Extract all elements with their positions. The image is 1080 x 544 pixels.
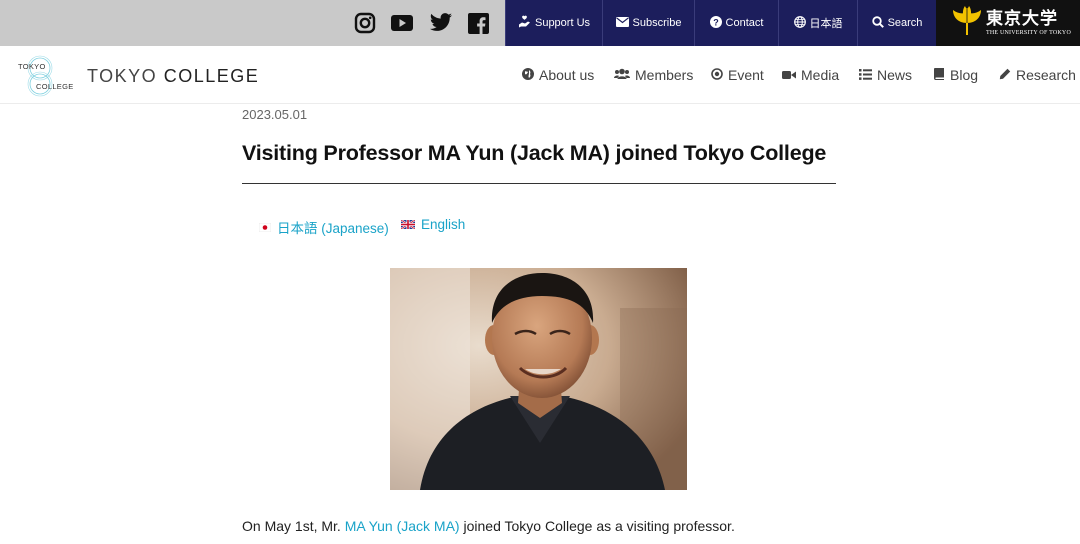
article-title: Visiting Professor MA Yun (Jack MA) join… xyxy=(242,141,827,165)
nav-members-label: Members xyxy=(635,67,694,83)
nav-event-label: Event xyxy=(728,67,764,83)
language-link-japanese[interactable]: 日本語 (Japanese) xyxy=(258,217,389,237)
nav-media-label: Media xyxy=(801,67,840,83)
portrait-photo xyxy=(390,268,687,490)
language-link-english[interactable]: English xyxy=(400,217,466,232)
question-circle-icon: ? xyxy=(709,15,722,31)
utokyo-logo[interactable]: 東京大学 THE UNIVERSITY OF TOKYO xyxy=(936,0,1080,46)
twitter-icon[interactable] xyxy=(429,0,453,46)
pencil-icon xyxy=(999,67,1011,83)
search-link[interactable]: Search xyxy=(857,0,936,46)
users-icon xyxy=(614,67,630,83)
nav-event[interactable]: Event xyxy=(711,46,764,104)
japanese-label: 日本語 xyxy=(809,18,843,30)
dot-circle-icon xyxy=(711,67,723,83)
nav-about-us[interactable]: About us xyxy=(522,46,594,104)
body-text-prefix: On May 1st, Mr. xyxy=(242,518,345,534)
language-japanese-label: 日本語 (Japanese) xyxy=(277,221,389,236)
video-camera-icon xyxy=(782,67,796,83)
uk-flag-icon xyxy=(400,217,416,232)
svg-text:?: ? xyxy=(713,17,719,27)
body-text-suffix: joined Tokyo College as a visiting profe… xyxy=(459,518,735,534)
search-icon xyxy=(871,15,884,31)
logo-text-college: COLLEGE xyxy=(163,66,260,86)
globe-icon xyxy=(522,67,534,83)
nav-research-label: Research xyxy=(1016,67,1076,83)
nav-about-us-label: About us xyxy=(539,67,595,83)
title-divider xyxy=(242,183,836,184)
instagram-icon[interactable] xyxy=(354,0,376,46)
globe-icon xyxy=(793,15,806,31)
envelope-icon xyxy=(615,16,629,30)
utokyo-kanji: 東京大学 xyxy=(986,8,1058,29)
subscribe-link[interactable]: Subscribe xyxy=(602,0,694,46)
nav-research[interactable]: Research xyxy=(999,46,1076,104)
ma-yun-link[interactable]: MA Yun (Jack MA) xyxy=(345,518,460,534)
utokyo-english: THE UNIVERSITY OF TOKYO xyxy=(986,29,1071,36)
site-logo-text[interactable]: TOKYO COLLEGE xyxy=(87,66,259,87)
logo-mark-college: COLLEGE xyxy=(36,82,74,91)
logo-mark-tokyo: TOKYO xyxy=(18,62,46,71)
facebook-icon[interactable] xyxy=(468,0,489,46)
japan-flag-icon xyxy=(258,220,272,235)
tokyo-college-logo-mark[interactable]: TOKYO COLLEGE xyxy=(18,54,76,98)
nav-news-label: News xyxy=(877,67,913,83)
contact-link[interactable]: ? Contact xyxy=(694,0,778,46)
support-us-link[interactable]: Support Us xyxy=(505,0,602,46)
subscribe-label: Subscribe xyxy=(632,17,682,29)
list-icon xyxy=(859,67,872,83)
japanese-site-link[interactable]: 日本語 xyxy=(778,0,857,46)
nav-blog[interactable]: Blog xyxy=(933,46,978,104)
hand-heart-icon xyxy=(518,15,531,31)
nav-media[interactable]: Media xyxy=(782,46,839,104)
nav-news[interactable]: News xyxy=(859,46,912,104)
top-utility-bar: Support Us Subscribe ? Contact 日本語 Searc… xyxy=(0,0,1080,46)
ginkgo-leaf-icon xyxy=(952,5,982,42)
nav-blog-label: Blog xyxy=(950,67,979,83)
article-body-paragraph: On May 1st, Mr. MA Yun (Jack MA) joined … xyxy=(242,518,735,534)
nav-members[interactable]: Members xyxy=(614,46,693,104)
logo-text-tokyo: TOKYO xyxy=(87,66,158,86)
contact-label: Contact xyxy=(725,17,764,29)
search-label: Search xyxy=(887,17,923,29)
youtube-icon[interactable] xyxy=(391,0,413,46)
book-icon xyxy=(933,67,945,83)
support-us-label: Support Us xyxy=(534,17,591,29)
main-navigation: TOKYO COLLEGE TOKYO COLLEGE About us Mem… xyxy=(0,46,1080,104)
language-english-label: English xyxy=(421,217,466,232)
article-date: 2023.05.01 xyxy=(242,107,308,122)
